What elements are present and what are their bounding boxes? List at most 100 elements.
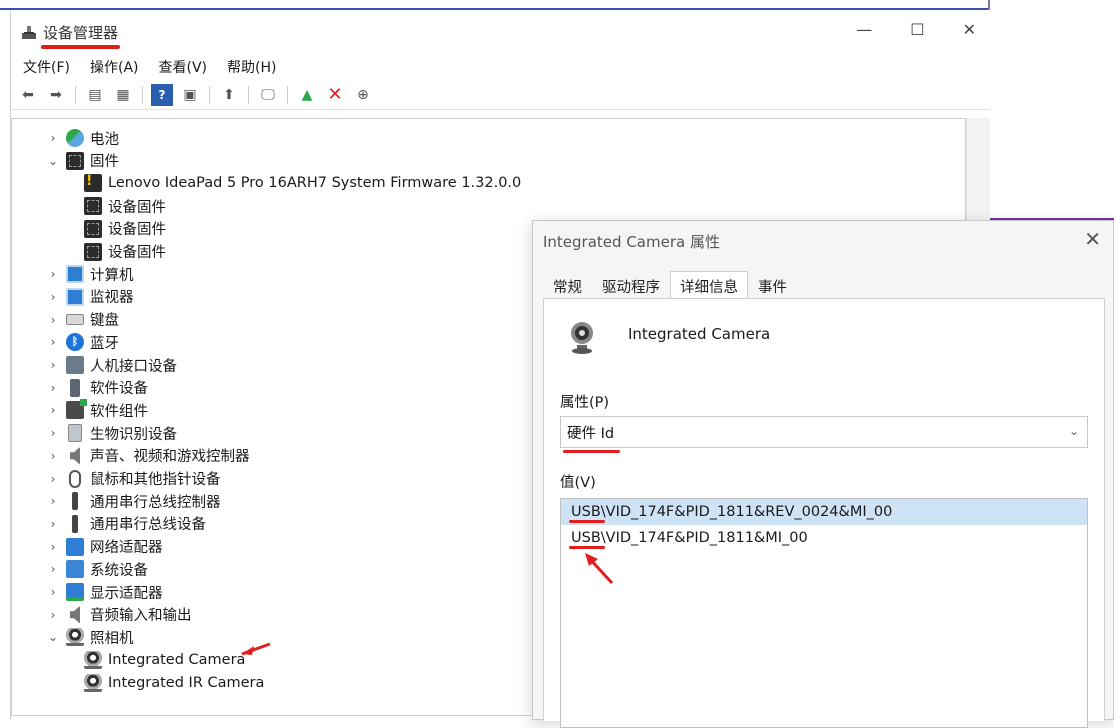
property-select[interactable]: 硬件 Id ⌄ (560, 416, 1088, 453)
firmware-icon (84, 242, 102, 261)
tab-driver[interactable]: 驱动程序 (592, 271, 670, 299)
tree-item[interactable]: › 网络适配器 (46, 536, 163, 558)
property-label: 属性(P) (560, 395, 610, 411)
tree-item[interactable]: › 电池 (46, 127, 119, 149)
annotation-arrow (585, 553, 614, 585)
tree-item[interactable]: › 通用串行总线控制器 (46, 490, 221, 512)
chevron-down-icon[interactable]: ⌄ (46, 630, 60, 644)
close-icon[interactable]: ✕ (1084, 227, 1101, 251)
enable-device-icon[interactable]: ▲ (296, 84, 318, 106)
chevron-right-icon[interactable]: › (46, 403, 60, 417)
tree-item[interactable]: 设备固件 (84, 195, 166, 217)
tree-item[interactable]: › 软件组件 (46, 399, 148, 421)
chevron-right-icon[interactable]: › (46, 540, 60, 554)
back-icon[interactable]: ⬅ (17, 84, 39, 106)
scan-hardware-icon[interactable]: 🖵 (257, 84, 279, 106)
chevron-right-icon[interactable]: › (46, 358, 60, 372)
camera-icon (568, 319, 598, 355)
menu-file[interactable]: 文件(F) (23, 57, 70, 77)
dialog-title: Integrated Camera 属性 (543, 233, 720, 251)
tree-item-label: 设备固件 (108, 199, 166, 216)
menu-help[interactable]: 帮助(H) (227, 57, 276, 77)
tree-item-label: 设备固件 (108, 222, 166, 239)
tab-events[interactable]: 事件 (748, 271, 797, 299)
tree-item[interactable]: ⌄ 固件 (46, 150, 119, 172)
minimize-icon[interactable]: — (856, 20, 872, 39)
properties-icon[interactable]: ▦ (112, 84, 134, 106)
software-component-icon (66, 399, 87, 420)
property-select-value: 硬件 Id (562, 422, 621, 453)
tree-item[interactable]: ⌄ 照相机 (46, 626, 134, 648)
tree-item[interactable]: › 显示适配器 (46, 581, 163, 603)
value-list[interactable]: USB\VID_174F&PID_1811&REV_0024&MI_00 USB… (560, 498, 1088, 728)
chevron-right-icon[interactable]: › (46, 426, 60, 440)
tree-item[interactable]: › 人机接口设备 (46, 354, 177, 376)
chevron-right-icon[interactable]: › (46, 517, 60, 531)
firmware-icon (84, 197, 102, 216)
tree-item[interactable]: › 通用串行总线设备 (46, 513, 206, 535)
usb-icon (72, 514, 78, 533)
chevron-right-icon[interactable]: › (46, 608, 60, 622)
software-device-icon (70, 378, 80, 397)
chevron-right-icon[interactable]: › (46, 267, 60, 281)
show-hide-console-icon[interactable]: ▤ (84, 84, 106, 106)
tree-item[interactable]: › 计算机 (46, 263, 134, 285)
details-panel: Integrated Camera 属性(P) 硬件 Id ⌄ 值(V) USB… (543, 298, 1105, 728)
system-device-icon (66, 560, 84, 579)
chevron-right-icon[interactable]: › (46, 131, 60, 145)
list-item[interactable]: USB\VID_174F&PID_1811&REV_0024&MI_00 (561, 499, 1087, 525)
tree-item-label: 键盘 (90, 313, 119, 330)
value-label: 值(V) (560, 475, 596, 491)
chevron-right-icon[interactable]: › (46, 335, 60, 349)
menu-view[interactable]: 查看(V) (159, 57, 208, 77)
tree-item[interactable]: Lenovo IdeaPad 5 Pro 16ARH7 System Firmw… (84, 172, 521, 194)
tree-item[interactable]: › 键盘 (46, 309, 119, 331)
title-bar: 设备管理器 — ☐ ✕ (11, 10, 990, 54)
keyboard-icon (66, 314, 84, 326)
disable-device-icon[interactable]: ⊕ (352, 84, 374, 106)
annotation-arrow (241, 642, 271, 656)
chevron-right-icon[interactable]: › (46, 562, 60, 576)
mouse-icon (69, 469, 81, 488)
chevron-right-icon[interactable]: › (46, 290, 60, 304)
tree-item[interactable]: › 声音、视频和游戏控制器 (46, 445, 250, 467)
action-pane-icon[interactable]: ▣ (179, 84, 201, 106)
tree-item[interactable]: › 音频输入和输出 (46, 604, 192, 626)
tree-item[interactable]: › 鼠标和其他指针设备 (46, 468, 221, 490)
tree-item[interactable]: › ᛒ 蓝牙 (46, 331, 119, 353)
close-icon[interactable]: ✕ (963, 20, 976, 39)
tree-item[interactable]: 设备固件 (84, 218, 166, 240)
tab-general[interactable]: 常规 (543, 271, 592, 299)
tree-item[interactable]: › 系统设备 (46, 558, 148, 580)
maximize-icon[interactable]: ☐ (910, 20, 924, 39)
menu-action[interactable]: 操作(A) (90, 57, 139, 77)
uninstall-icon[interactable]: ✕ (324, 84, 346, 106)
toolbar-separator (75, 85, 76, 104)
chevron-right-icon[interactable]: › (46, 313, 60, 327)
chevron-right-icon[interactable]: › (46, 585, 60, 599)
tree-item[interactable]: › 生物识别设备 (46, 422, 177, 444)
tree-item[interactable]: Integrated Camera (84, 649, 245, 671)
tree-item-label: 软件设备 (90, 381, 148, 398)
bluetooth-icon: ᛒ (66, 333, 84, 352)
chevron-right-icon[interactable]: › (46, 494, 60, 508)
value-text: USB\VID_174F&PID_1811&MI_00 (571, 530, 808, 546)
display-adapter-icon (66, 583, 84, 601)
tree-item[interactable]: Integrated IR Camera (84, 672, 264, 694)
tab-details[interactable]: 详细信息 (670, 271, 748, 301)
tree-item[interactable]: › 监视器 (46, 286, 134, 308)
chevron-right-icon[interactable]: › (46, 449, 60, 463)
tree-item[interactable]: 设备固件 (84, 241, 166, 263)
tree-item-label: 人机接口设备 (90, 358, 177, 375)
tree-item-label: 鼠标和其他指针设备 (90, 472, 221, 488)
tree-item[interactable]: › 软件设备 (46, 377, 148, 399)
tree-item-label: 系统设备 (90, 562, 148, 579)
chevron-down-icon[interactable]: ⌄ (46, 154, 60, 168)
chevron-right-icon[interactable]: › (46, 472, 60, 486)
chevron-right-icon[interactable]: › (46, 381, 60, 395)
update-driver-icon[interactable]: ⬆ (218, 84, 240, 106)
forward-icon[interactable]: ➡ (45, 84, 67, 106)
help-icon[interactable]: ? (151, 83, 173, 106)
firmware-warning-icon (84, 173, 102, 193)
list-item[interactable]: USB\VID_174F&PID_1811&MI_00 (561, 525, 1087, 551)
